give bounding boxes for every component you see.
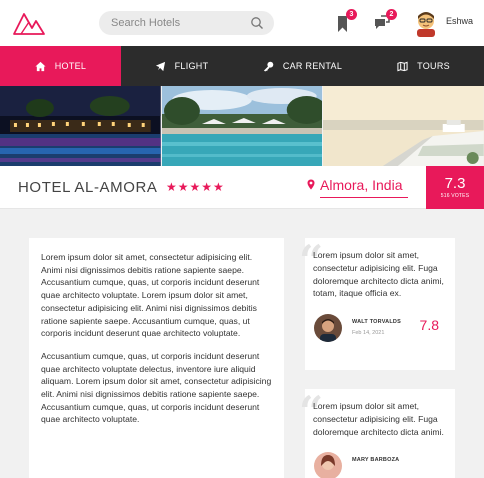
- hotel-rating-badge: 7.3 516 VOTES: [426, 166, 484, 209]
- tab-tours-label: TOURS: [417, 61, 450, 71]
- home-icon: [35, 61, 46, 71]
- tab-tours[interactable]: TOURS: [363, 46, 484, 86]
- review-text: Lorem ipsum dolor sit amet, consectetur …: [313, 401, 444, 437]
- review-score: 7.8: [419, 317, 439, 334]
- reviewer: MARY BARBOZA: [313, 452, 447, 478]
- reviewer-avatar[interactable]: [314, 452, 342, 478]
- tab-flight[interactable]: FLIGHT: [121, 46, 242, 86]
- reviewer-avatar[interactable]: [314, 314, 342, 343]
- review-card: “ Lorem ipsum dolor sit amet, consectetu…: [299, 238, 455, 370]
- tab-car-rental[interactable]: CAR RENTAL: [242, 46, 363, 86]
- hotel-location-text: Almora, India: [320, 177, 403, 193]
- search-input[interactable]: [111, 15, 241, 31]
- hotel-title-bar: HOTEL AL-AMORA ★★★★★ Almora, India: [0, 166, 484, 209]
- review-date: Feb 14, 2021: [352, 330, 385, 337]
- location-underline: [320, 197, 408, 198]
- rating-score: 7.3: [444, 175, 466, 192]
- hotel-photo-night-pool[interactable]: [0, 86, 161, 166]
- hotel-location-link[interactable]: Almora, India: [307, 177, 402, 193]
- review-card: “ Lorem ipsum dolor sit amet, consectetu…: [299, 389, 455, 478]
- description-paragraph: Accusantium cumque, quas, ut corporis in…: [41, 350, 272, 425]
- map-pin-icon: [307, 179, 315, 190]
- search-bar: [99, 11, 274, 35]
- review-text: Lorem ipsum dolor sit amet, consectetur …: [313, 250, 444, 299]
- hotel-photo-terrace[interactable]: [323, 86, 484, 166]
- reviewer: WALT TORVALDS Feb 14, 2021 7.8: [313, 314, 447, 344]
- rating-votes: 516 VOTES: [440, 193, 470, 199]
- username-label[interactable]: Eshwa: [446, 16, 473, 26]
- plane-icon: [155, 61, 165, 71]
- search-icon[interactable]: [250, 16, 264, 30]
- hotel-name: HOTEL AL-AMORA: [18, 179, 158, 196]
- tab-car-rental-label: CAR RENTAL: [282, 61, 343, 71]
- tab-hotel-label: HOTEL: [54, 61, 87, 71]
- main-nav: HOTEL FLIGHT CAR RENTAL TOURS: [0, 46, 484, 86]
- tab-hotel[interactable]: HOTEL: [0, 46, 121, 86]
- reviewer-name[interactable]: WALT TORVALDS: [352, 319, 401, 325]
- hotel-description-card: Lorem ipsum dolor sit amet, consectetur …: [29, 238, 284, 478]
- tab-flight-label: FLIGHT: [174, 61, 209, 71]
- hotel-photo-day-pool[interactable]: [161, 86, 323, 166]
- notifications-badge: 3: [346, 9, 357, 20]
- bookmark-notifications-button[interactable]: 3: [335, 9, 357, 34]
- map-icon: [397, 61, 408, 71]
- description-paragraph: Lorem ipsum dolor sit amet, consectetur …: [41, 252, 260, 339]
- reviewer-name[interactable]: MARY BARBOZA: [352, 457, 399, 463]
- messages-button[interactable]: 2: [373, 9, 397, 34]
- star-rating: ★★★★★: [166, 180, 225, 194]
- user-avatar[interactable]: [414, 9, 438, 37]
- logo-icon[interactable]: [12, 10, 46, 36]
- hotel-photo-gallery: [0, 86, 484, 166]
- key-icon: [263, 61, 274, 72]
- top-bar: 3 2 Eshwa: [0, 0, 484, 46]
- messages-badge: 2: [386, 9, 397, 20]
